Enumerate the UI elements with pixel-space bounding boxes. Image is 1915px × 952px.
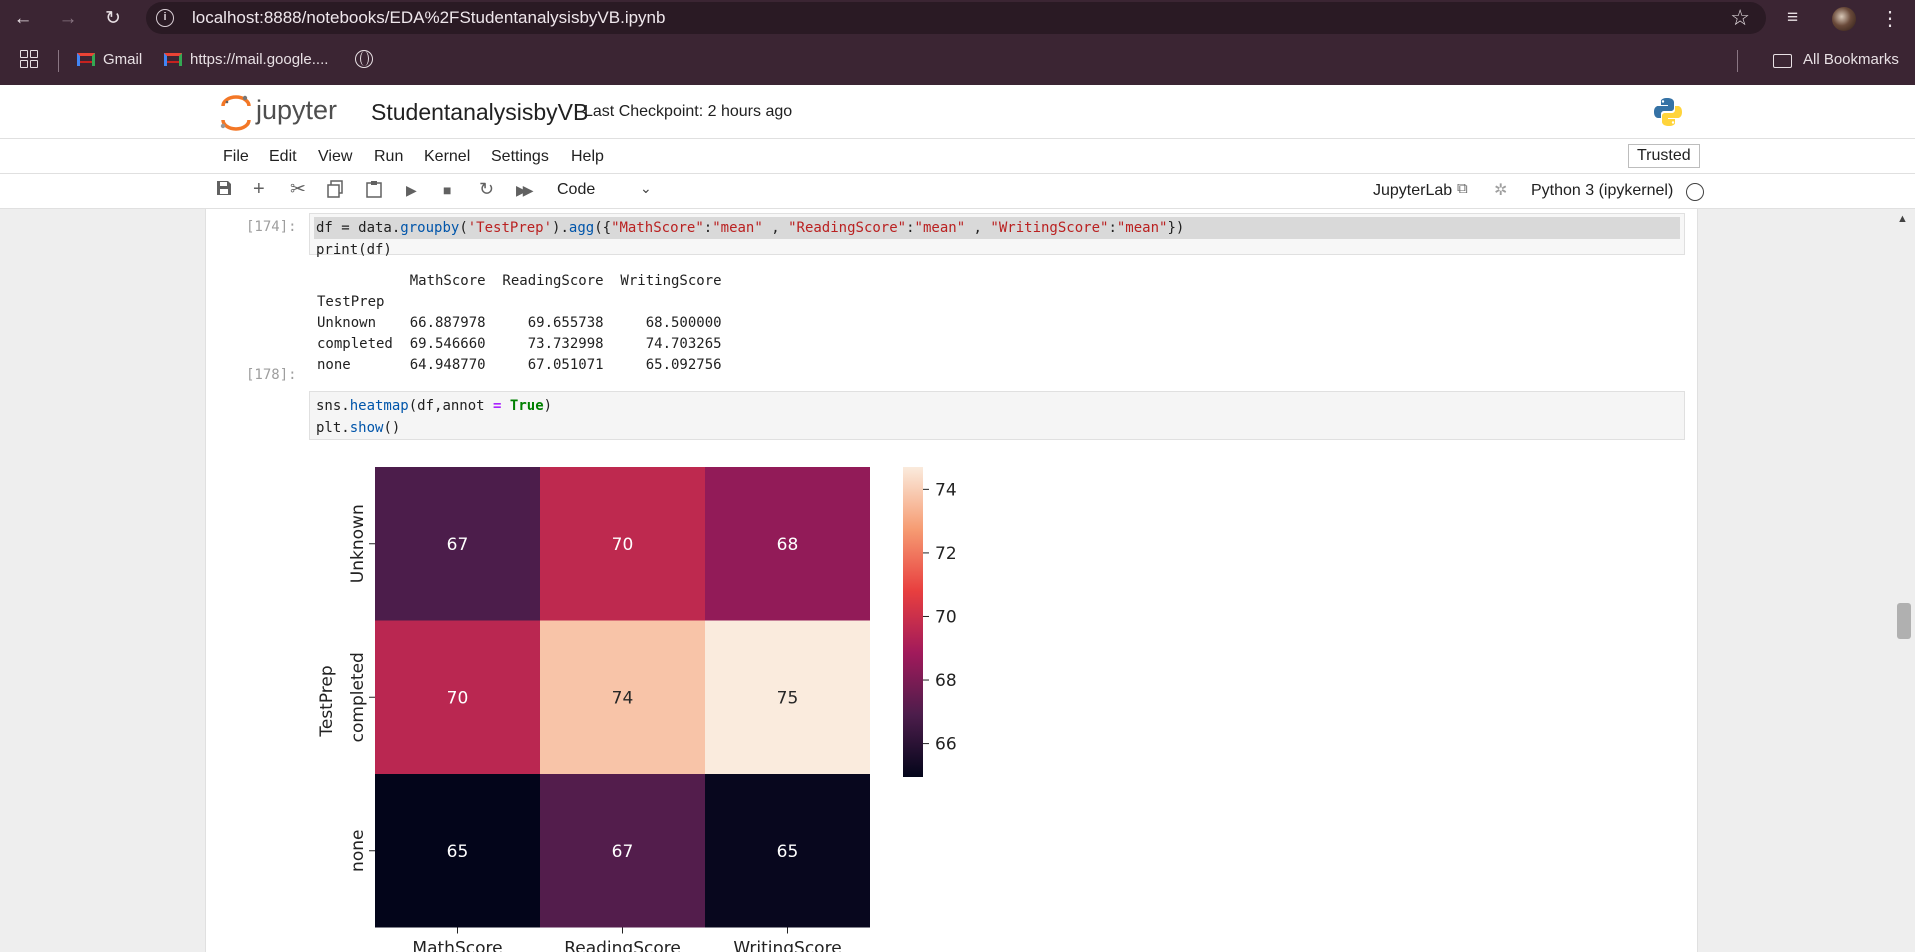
heatmap-annotation: 67 bbox=[447, 535, 469, 555]
bookmarks-divider bbox=[1737, 50, 1738, 72]
menu-help[interactable]: Help bbox=[571, 148, 604, 166]
restart-icon[interactable]: ↻ bbox=[479, 179, 494, 200]
menu-file[interactable]: File bbox=[223, 148, 249, 166]
colorbar-tick-label: 74 bbox=[935, 480, 957, 500]
colorbar-tick-label: 66 bbox=[935, 735, 957, 755]
colorbar bbox=[903, 467, 923, 777]
trusted-indicator[interactable]: Trusted bbox=[1628, 144, 1700, 168]
bookmark-mail[interactable]: https://mail.google.... bbox=[164, 51, 328, 68]
heatmap-annotation: 70 bbox=[447, 688, 469, 708]
address-bar[interactable]: i localhost:8888/notebooks/EDA%2FStudent… bbox=[146, 2, 1766, 34]
cell-output-table: MathScore ReadingScore WritingScore TestP… bbox=[317, 271, 722, 376]
x-tick-label: MathScore bbox=[412, 939, 502, 952]
heatmap-annotation: 70 bbox=[612, 535, 634, 555]
colorbar-tick-label: 68 bbox=[935, 671, 957, 691]
bookmarks-divider bbox=[58, 50, 59, 72]
menu-run[interactable]: Run bbox=[374, 148, 403, 166]
chevron-down-icon[interactable]: ⌄ bbox=[640, 180, 652, 197]
media-control-icon[interactable]: ≡ bbox=[1787, 7, 1798, 29]
heatmap-annotation: 67 bbox=[612, 842, 634, 862]
output-line: none 64.948770 67.051071 65.092756 bbox=[317, 357, 722, 373]
external-link-icon[interactable]: ⧉ bbox=[1457, 180, 1468, 197]
y-tick-label: none bbox=[348, 830, 368, 872]
heatmap-annotation: 68 bbox=[777, 535, 799, 555]
debugger-icon[interactable]: ✲ bbox=[1494, 180, 1507, 200]
bookmarks-bar: Gmail https://mail.google.... All Bookma… bbox=[0, 38, 1915, 85]
scroll-up-icon[interactable]: ▲ bbox=[1897, 213, 1908, 225]
code-cell-178[interactable]: sns.heatmap(df,annot = True) plt.show() bbox=[309, 391, 1685, 440]
gmail-icon bbox=[164, 53, 182, 66]
bookmark-gmail[interactable]: Gmail bbox=[77, 51, 142, 68]
bookmark-star-icon[interactable]: ☆ bbox=[1730, 5, 1750, 31]
python-logo-icon bbox=[1654, 98, 1682, 126]
cell-prompt: [174]: bbox=[246, 219, 297, 235]
apps-grid-icon[interactable] bbox=[20, 50, 38, 68]
browser-titlebar: ← → ↻ i localhost:8888/notebooks/EDA%2FS… bbox=[0, 0, 1915, 38]
globe-icon[interactable] bbox=[355, 50, 373, 68]
jupyter-menubar: File Edit View Run Kernel Settings Help … bbox=[0, 138, 1915, 174]
checkpoint-status: Last Checkpoint: 2 hours ago bbox=[584, 103, 793, 120]
x-tick-label: ReadingScore bbox=[564, 939, 681, 952]
jupyter-header: jupyter StudentanalysisbyVB Last Checkpo… bbox=[0, 85, 1915, 138]
bookmark-gmail-label: Gmail bbox=[103, 51, 143, 68]
gmail-icon bbox=[77, 53, 95, 66]
code-cell-174[interactable]: df = data.groupby('TestPrep').agg({"Math… bbox=[309, 213, 1685, 258]
save-icon[interactable] bbox=[216, 180, 232, 201]
restart-run-all-icon[interactable]: ▶▶ bbox=[516, 182, 533, 199]
output-line: MathScore ReadingScore WritingScore bbox=[317, 273, 722, 289]
output-line: TestPrep bbox=[317, 294, 722, 310]
colorbar-tick-label: 72 bbox=[935, 544, 957, 564]
heatmap-annotation: 75 bbox=[777, 688, 799, 708]
cut-icon[interactable]: ✂ bbox=[290, 178, 306, 201]
interrupt-icon[interactable]: ■ bbox=[443, 182, 451, 198]
menu-kernel[interactable]: Kernel bbox=[424, 148, 470, 166]
profile-avatar[interactable] bbox=[1832, 7, 1856, 31]
bookmark-mail-label: https://mail.google.... bbox=[190, 51, 329, 68]
kernel-status-icon bbox=[1686, 183, 1704, 201]
jupyter-logo[interactable]: jupyter bbox=[219, 93, 349, 133]
colorbar-tick-label: 70 bbox=[935, 607, 957, 627]
heatmap-annotation: 65 bbox=[777, 842, 799, 862]
cell-type-select[interactable]: Code bbox=[557, 181, 595, 199]
all-bookmarks[interactable]: All Bookmarks bbox=[1803, 51, 1899, 68]
x-tick-label: WritingScore bbox=[733, 939, 841, 952]
heatmap-annotation: 65 bbox=[447, 842, 469, 862]
jupyter-logo-text: jupyter bbox=[255, 95, 337, 125]
menu-edit[interactable]: Edit bbox=[269, 148, 297, 166]
scrollbar-thumb[interactable] bbox=[1897, 603, 1911, 639]
jupyterlab-link[interactable]: JupyterLab bbox=[1373, 182, 1452, 200]
y-tick-label: Unknown bbox=[348, 504, 368, 583]
notebook-toolbar: + ✂ ▶ ■ ↻ ▶▶ Code ⌄ JupyterLab ⧉ ✲ Pytho… bbox=[0, 174, 1915, 209]
forward-icon[interactable]: → bbox=[55, 6, 81, 32]
y-axis-label: TestPrep bbox=[317, 665, 337, 737]
heatmap-chart: 67 70 6870 74 7565 67 65 Unknowncompletednone … bbox=[317, 467, 957, 952]
output-line: completed 69.546660 73.732998 74.703265 bbox=[317, 336, 722, 352]
run-cell-icon[interactable]: ▶ bbox=[406, 182, 417, 199]
y-tick-label: completed bbox=[348, 652, 368, 742]
cell-prompt: [178]: bbox=[246, 367, 297, 383]
copy-icon[interactable] bbox=[327, 180, 343, 203]
add-cell-icon[interactable]: + bbox=[253, 178, 265, 201]
folder-icon[interactable] bbox=[1773, 54, 1792, 68]
url-text[interactable]: localhost:8888/notebooks/EDA%2FStudentan… bbox=[192, 8, 665, 28]
notebook-title[interactable]: StudentanalysisbyVB bbox=[371, 99, 588, 126]
reload-icon[interactable]: ↻ bbox=[100, 6, 126, 32]
kernel-name[interactable]: Python 3 (ipykernel) bbox=[1531, 182, 1673, 200]
heatmap-annotation: 74 bbox=[612, 688, 634, 708]
menu-view[interactable]: View bbox=[318, 148, 352, 166]
site-info-icon[interactable]: i bbox=[156, 9, 174, 27]
paste-icon[interactable] bbox=[366, 180, 382, 203]
output-line: Unknown 66.887978 69.655738 68.500000 bbox=[317, 315, 722, 331]
browser-menu-icon[interactable]: ⋮ bbox=[1880, 6, 1900, 31]
back-icon[interactable]: ← bbox=[10, 6, 36, 32]
menu-settings[interactable]: Settings bbox=[491, 148, 549, 166]
